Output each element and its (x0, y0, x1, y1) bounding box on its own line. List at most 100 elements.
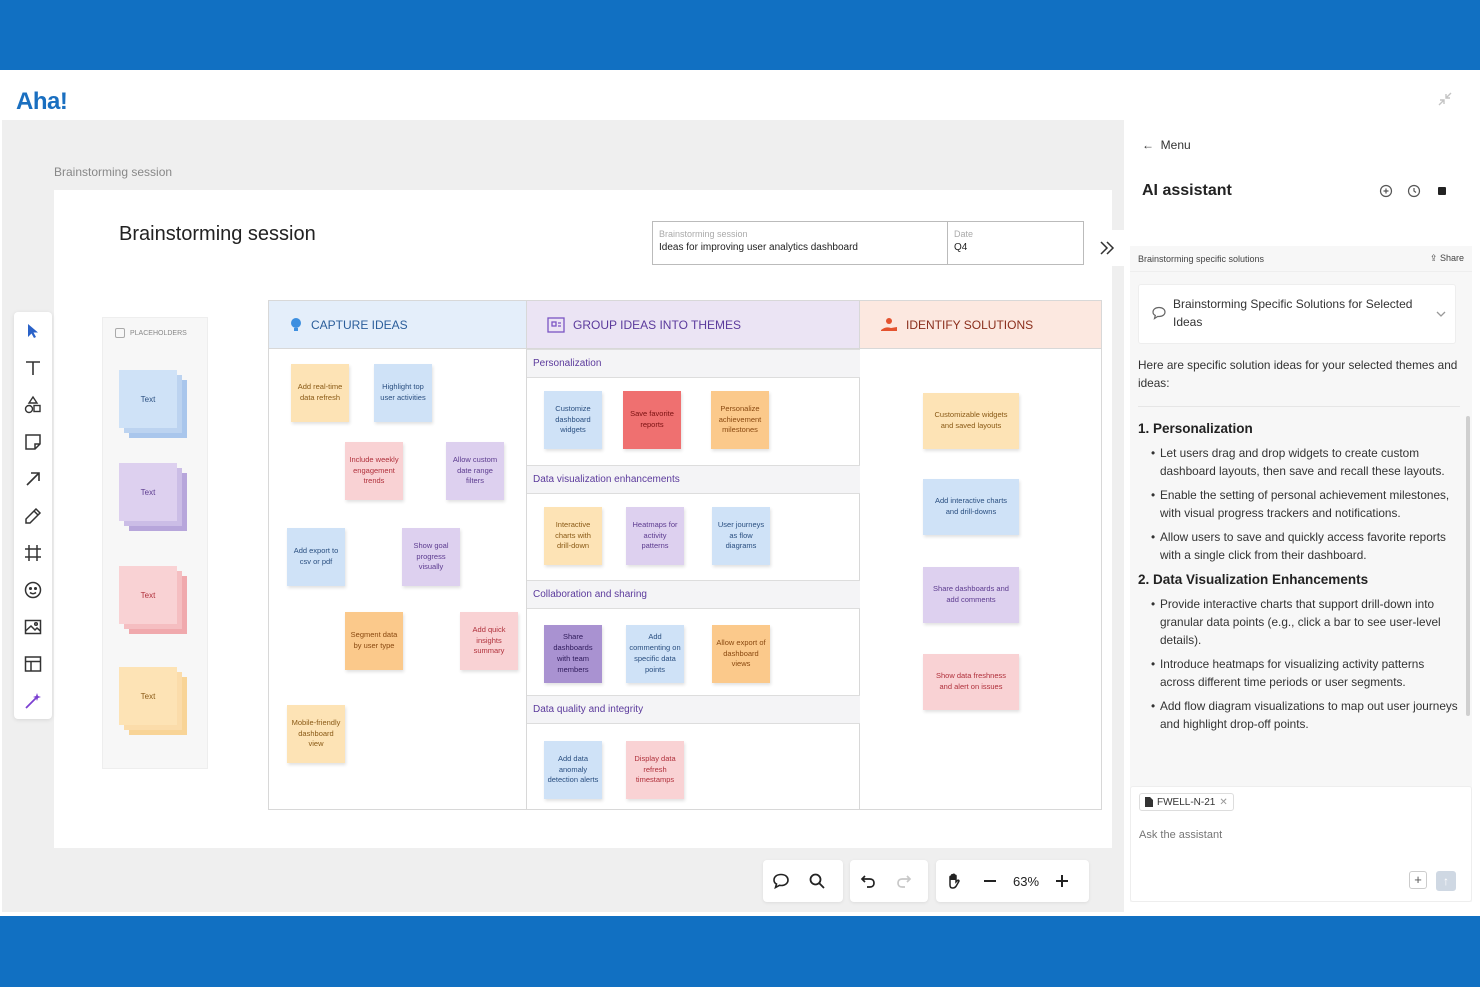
canvas-area[interactable]: Brainstorming session Brainstorming sess… (2, 120, 1126, 912)
sticky-note[interactable]: Heatmaps for activity patterns (626, 507, 684, 565)
sticky-note[interactable]: Segment data by user type (345, 612, 403, 670)
sticky-note[interactable]: Interactive charts with drill-down (544, 507, 602, 565)
ai-magic-wand-icon[interactable] (23, 691, 43, 711)
context-chip[interactable]: FWELL-N-21 ✕ (1139, 793, 1234, 811)
history-icon[interactable] (1407, 184, 1421, 198)
undo-redo-bar (850, 860, 928, 902)
theme-header-collaboration[interactable]: Collaboration and sharing (527, 580, 860, 609)
expand-panel-icon[interactable] (1088, 230, 1126, 266)
chip-remove-icon[interactable]: ✕ (1219, 797, 1227, 808)
column-title: IDENTIFY SOLUTIONS (906, 317, 1034, 332)
column-group-themes[interactable]: GROUP IDEAS INTO THEMES (527, 301, 860, 349)
hand-pan-icon[interactable] (943, 870, 965, 892)
aha-logo[interactable]: Aha! (16, 88, 68, 116)
frame-tool-icon[interactable] (23, 543, 43, 563)
template-tool-icon[interactable] (23, 654, 43, 674)
bullet-item: Provide interactive charts that support … (1151, 595, 1460, 649)
sticky-note[interactable]: Add real-time data refresh (291, 364, 349, 422)
sticky-note[interactable]: Add quick insights summary (460, 612, 518, 670)
text-tool-icon[interactable] (23, 358, 43, 378)
send-button[interactable]: ↑ (1436, 871, 1456, 891)
sticky-note-tool-icon[interactable] (23, 432, 43, 452)
sticky-note[interactable]: Add export to csv or pdf (287, 528, 345, 586)
redo-icon[interactable] (893, 870, 915, 892)
whiteboard[interactable]: Brainstorming session Brainstorming sess… (54, 190, 1112, 848)
sticky-note[interactable]: Personalize achievement milestones (711, 391, 769, 449)
placeholder-stack-purple[interactable]: Text (119, 463, 189, 533)
sticky-note[interactable]: Share dashboards with team members (544, 625, 602, 683)
stop-icon[interactable] (1435, 184, 1449, 198)
scrollbar[interactable] (1466, 416, 1470, 716)
theme-header-data-quality[interactable]: Data quality and integrity (527, 695, 860, 724)
sticky-note[interactable]: Add commenting on specific data points (626, 625, 684, 683)
search-icon[interactable] (806, 870, 828, 892)
share-icon: ⇪ (1429, 253, 1438, 263)
sticky-note[interactable]: Include weekly engagement trends (345, 442, 403, 500)
placeholder-text[interactable]: Text (119, 566, 177, 624)
zoom-bar: 63% (936, 860, 1089, 902)
placeholder-text[interactable]: Text (119, 463, 177, 521)
share-button[interactable]: ⇪ Share (1430, 253, 1464, 264)
placeholder-text[interactable]: Text (119, 667, 177, 725)
date-label: Date (954, 229, 974, 239)
theme-header-data-visualization[interactable]: Data visualization enhancements (527, 465, 860, 494)
select-pointer-icon[interactable] (23, 321, 43, 341)
add-attachment-button[interactable]: + (1409, 871, 1427, 889)
solution-note[interactable]: Customizable widgets and saved layouts (923, 393, 1019, 449)
solution-hand-icon (881, 317, 897, 331)
pen-tool-icon[interactable] (23, 506, 43, 526)
sticky-note[interactable]: User journeys as flow diagrams (712, 507, 770, 565)
menu-back-link[interactable]: ← Menu (1142, 138, 1191, 152)
sticky-note[interactable]: Allow custom date range filters (446, 442, 504, 500)
placeholder-stack-pink[interactable]: Text (119, 566, 189, 636)
new-chat-icon[interactable] (1379, 184, 1393, 198)
bullet-item: Allow users to save and quickly access f… (1151, 528, 1460, 564)
column-capture-ideas[interactable]: CAPTURE IDEAS (269, 301, 527, 349)
sticky-note[interactable]: Allow export of dashboard views (712, 625, 770, 683)
image-tool-icon[interactable] (23, 617, 43, 637)
sticky-note[interactable]: Highlight top user activities (374, 364, 432, 422)
board-title[interactable]: Brainstorming session (119, 223, 316, 246)
placeholder-stack-yellow[interactable]: Text (119, 667, 189, 737)
placeholder-text[interactable]: Text (119, 370, 177, 428)
arrow-tool-icon[interactable] (23, 469, 43, 489)
session-value[interactable]: Ideas for improving user analytics dashb… (659, 242, 941, 253)
selected-prompt-dropdown[interactable]: Brainstorming Specific Solutions for Sel… (1138, 284, 1456, 344)
comment-icon[interactable] (770, 870, 792, 892)
sticky-note[interactable]: Display data refresh timestamps (626, 741, 684, 799)
chevron-down-icon (1436, 311, 1446, 317)
bullet-item: Enable the setting of personal achieveme… (1151, 486, 1460, 522)
response-intro: Here are specific solution ideas for you… (1138, 356, 1460, 407)
date-value[interactable]: Q4 (954, 242, 1077, 253)
solution-note[interactable]: Share dashboards and add comments (923, 567, 1019, 623)
sticky-note[interactable]: Mobile-friendly dashboard view (287, 705, 345, 763)
ask-assistant-input[interactable] (1139, 829, 1439, 841)
sticky-note[interactable]: Customize dashboard widgets (544, 391, 602, 449)
session-info-table[interactable]: Brainstorming session Ideas for improvin… (652, 221, 1084, 265)
zoom-in-icon[interactable] (1051, 870, 1073, 892)
placeholders-header: PLACEHOLDERS (115, 328, 187, 338)
menu-label: Menu (1160, 138, 1191, 152)
placeholder-stack-blue[interactable]: Text (119, 370, 189, 440)
group-icon (547, 316, 565, 333)
brainstorm-grid: CAPTURE IDEAS GROUP IDEAS INTO THEMES ID… (268, 300, 1102, 810)
placeholder-icon (115, 328, 125, 338)
collapse-icon[interactable] (1436, 90, 1454, 108)
theme-header-personalization[interactable]: Personalization (527, 349, 860, 378)
share-label: Share (1439, 253, 1464, 263)
chat-input-box: FWELL-N-21 ✕ + ↑ (1130, 786, 1472, 902)
column-identify-solutions[interactable]: IDENTIFY SOLUTIONS (860, 301, 1101, 349)
sticky-note[interactable]: Add data anomaly detection alerts (544, 741, 602, 799)
solution-note[interactable]: Show data freshness and alert on issues (923, 654, 1019, 710)
zoom-out-icon[interactable] (979, 870, 1001, 892)
solution-note[interactable]: Add interactive charts and drill-downs (923, 479, 1019, 535)
lightbulb-icon (291, 317, 301, 331)
breadcrumb[interactable]: Brainstorming session (54, 165, 172, 179)
placeholders-title: PLACEHOLDERS (130, 329, 187, 337)
sticky-note[interactable]: Show goal progress visually (402, 528, 460, 586)
undo-icon[interactable] (857, 870, 879, 892)
shapes-tool-icon[interactable] (23, 395, 43, 415)
sticker-tool-icon[interactable] (23, 580, 43, 600)
ai-assistant-panel: ← Menu AI assistant Brainstorming specif… (1124, 120, 1480, 912)
sticky-note[interactable]: Save favorite reports (623, 391, 681, 449)
